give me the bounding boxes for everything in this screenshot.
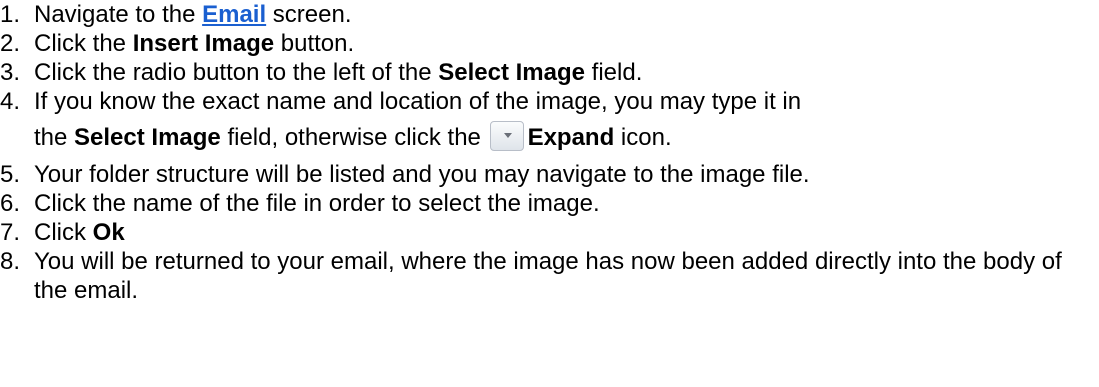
step-number: 3. bbox=[0, 59, 21, 86]
step-5: 5. Your folder structure will be listed a… bbox=[0, 160, 1099, 189]
step-text: Click the name of the file in order to s… bbox=[34, 190, 600, 217]
step-1: 1. Navigate to the Email screen. bbox=[0, 0, 1099, 29]
step-text: the bbox=[34, 124, 75, 151]
expand-term: Expand bbox=[527, 124, 615, 151]
step-text: field. bbox=[585, 59, 643, 86]
step-number: 1. bbox=[0, 1, 21, 28]
step-number: 6. bbox=[0, 190, 21, 217]
step-text: Your folder structure will be listed and… bbox=[34, 161, 810, 188]
step-text: screen. bbox=[266, 1, 352, 28]
step-4-second-line: the Select Image field, otherwise click … bbox=[34, 116, 1099, 160]
email-screen-link[interactable]: Email bbox=[202, 1, 266, 28]
select-image-term: Select Image bbox=[438, 59, 585, 86]
step-2: 2. Click the Insert Image button. bbox=[0, 29, 1099, 58]
expand-icon[interactable] bbox=[489, 121, 524, 151]
insert-image-term: Insert Image bbox=[132, 30, 275, 57]
step-number: 4. bbox=[0, 88, 21, 115]
step-3: 3. Click the radio button to the left of … bbox=[0, 58, 1099, 87]
step-7: 7. Click Ok bbox=[0, 218, 1099, 247]
step-text: Navigate to the bbox=[34, 1, 203, 28]
step-8: 8. You will be returned to your email, wh… bbox=[0, 247, 1099, 305]
step-text: Click the radio button to the left of th… bbox=[34, 59, 439, 86]
select-image-term: Select Image bbox=[74, 124, 221, 151]
step-text: Click bbox=[34, 219, 93, 246]
step-6: 6. Click the name of the file in order to… bbox=[0, 189, 1099, 218]
step-number: 7. bbox=[0, 219, 21, 246]
step-number: 5. bbox=[0, 161, 21, 188]
step-text: icon. bbox=[614, 124, 672, 151]
instruction-steps: 1. Navigate to the Email screen. 2. Click … bbox=[0, 0, 1099, 305]
step-number: 8. bbox=[0, 248, 21, 275]
step-number: 2. bbox=[0, 30, 21, 57]
step-text: field, otherwise click the bbox=[220, 124, 488, 151]
step-text: You will be returned to your email, wher… bbox=[34, 248, 1062, 304]
step-4: 4. If you know the exact name and locatio… bbox=[0, 87, 1099, 160]
step-text: Click the bbox=[34, 30, 133, 57]
step-text: If you know the exact name and location … bbox=[34, 88, 802, 115]
step-text: button. bbox=[274, 30, 355, 57]
ok-term: Ok bbox=[92, 219, 125, 246]
chevron-down-icon bbox=[503, 133, 512, 138]
